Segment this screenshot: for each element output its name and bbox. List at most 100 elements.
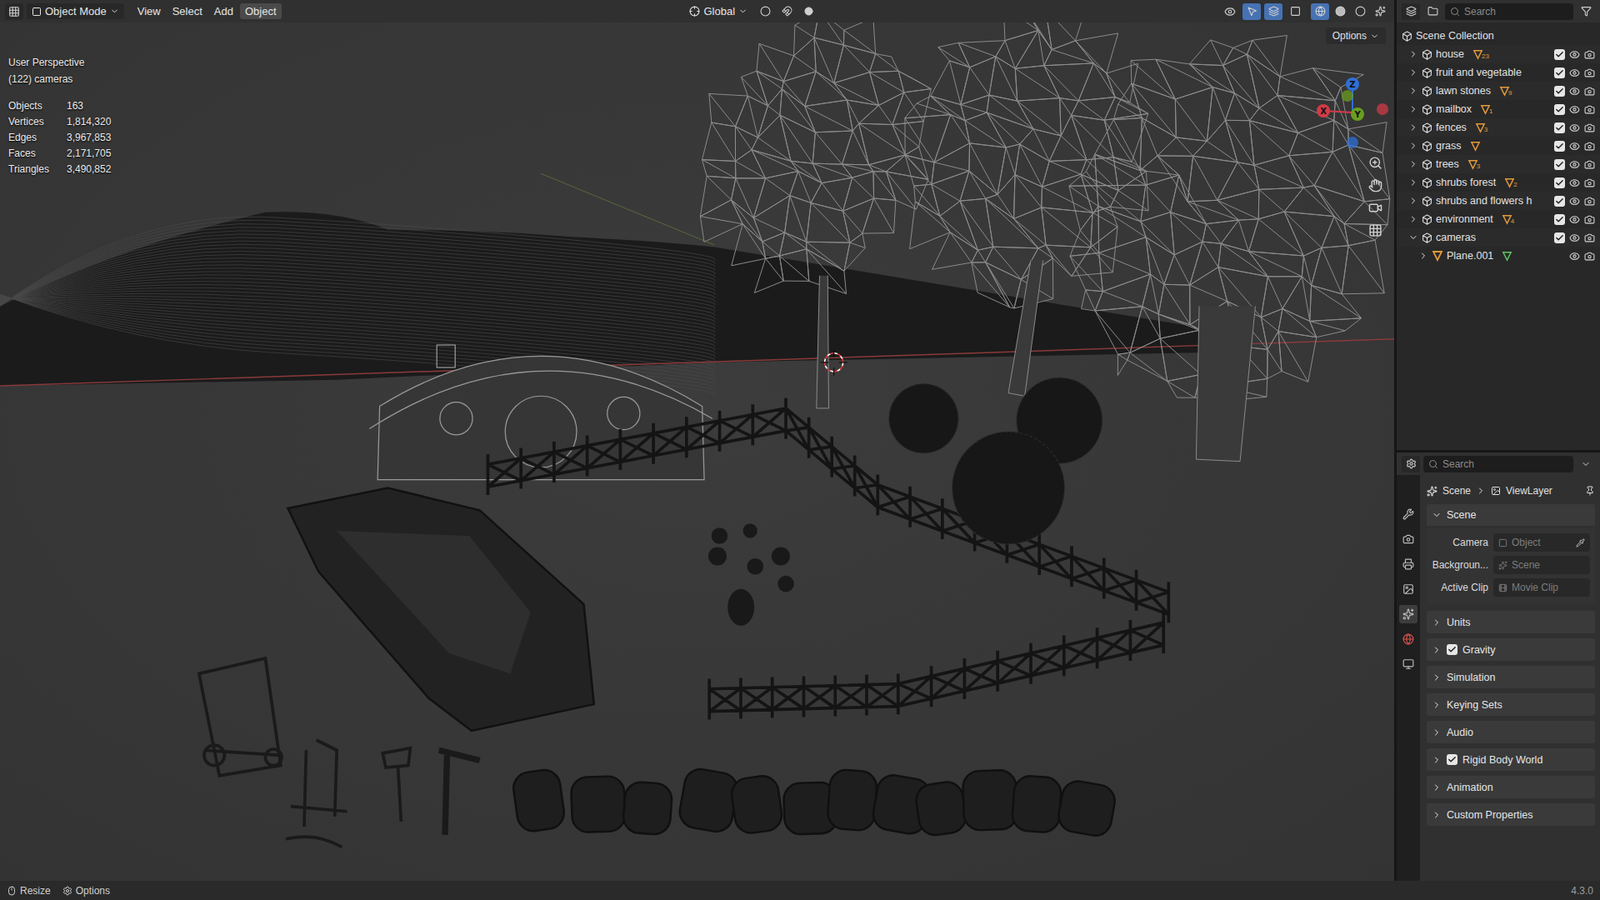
item-name[interactable]: lawn stones (1435, 85, 1491, 97)
expand-icon[interactable] (1408, 195, 1419, 206)
editor-type-button[interactable] (1401, 3, 1420, 20)
property-field[interactable]: Object (1493, 533, 1590, 552)
visibility-eye-icon[interactable] (1569, 159, 1580, 170)
expand-icon[interactable] (1418, 250, 1429, 261)
scene-tab[interactable] (1399, 605, 1418, 624)
render-camera-icon[interactable] (1584, 49, 1595, 60)
item-name[interactable]: cameras (1435, 231, 1476, 244)
visibility-eye-icon[interactable] (1569, 122, 1580, 134)
exclude-checkbox[interactable] (1554, 232, 1565, 244)
subpanel-header[interactable]: Simulation (1426, 665, 1595, 689)
exclude-checkbox[interactable] (1554, 159, 1565, 170)
rendered-shading[interactable] (1370, 3, 1390, 20)
scene-panel-header[interactable]: Scene (1426, 504, 1595, 526)
ortho-grid-icon[interactable] (1368, 223, 1383, 238)
item-name[interactable]: mailbox (1435, 103, 1472, 115)
visibility-eye-icon[interactable] (1569, 250, 1580, 262)
subpanel-header[interactable]: Rigid Body World (1426, 748, 1595, 771)
scene-collection-row[interactable]: Scene Collection (1396, 26, 1600, 45)
gizmo-toggle[interactable] (1242, 3, 1261, 20)
expand-icon[interactable] (1408, 214, 1419, 225)
subpanel-header[interactable]: Custom Properties (1426, 803, 1595, 826)
item-name[interactable]: fences (1435, 121, 1467, 134)
render-camera-icon[interactable] (1584, 195, 1595, 207)
solid-shading[interactable] (1330, 3, 1350, 20)
menu-item[interactable]: Object (240, 3, 282, 20)
subpanel-checkbox[interactable] (1446, 754, 1458, 765)
exclude-checkbox[interactable] (1554, 49, 1565, 60)
exclude-checkbox[interactable] (1554, 214, 1565, 225)
item-name[interactable]: fruit and vegetable (1435, 66, 1522, 79)
visibility-button[interactable] (1220, 3, 1240, 20)
editor-type-button[interactable] (5, 3, 24, 20)
filter-button[interactable] (1576, 3, 1595, 20)
xray-toggle[interactable] (1285, 3, 1305, 20)
output-tab[interactable] (1399, 555, 1418, 574)
subpanel-header[interactable]: Animation (1426, 775, 1595, 799)
pan-hand-icon[interactable] (1368, 178, 1383, 193)
expand-icon[interactable] (1408, 122, 1419, 133)
subpanel-header[interactable]: Audio (1426, 720, 1595, 744)
breadcrumb-item[interactable]: Scene (1442, 485, 1471, 497)
render-camera-icon[interactable] (1584, 214, 1595, 225)
wireframe-shading[interactable] (1310, 3, 1330, 20)
display-mode-button[interactable] (1423, 3, 1442, 20)
expand-icon[interactable] (1408, 104, 1419, 115)
outliner-collection-row[interactable]: mailbox1 (1396, 100, 1600, 119)
navigation-gizmo[interactable]: ZXY (1309, 72, 1385, 152)
item-name[interactable]: shrubs forest (1435, 176, 1496, 189)
outliner-collection-row[interactable]: fences3 (1396, 118, 1600, 137)
subpanel-header[interactable]: Gravity (1426, 638, 1595, 661)
pin-icon[interactable] (1585, 485, 1595, 496)
proportional-button[interactable] (799, 3, 818, 20)
outliner-collection-row[interactable]: cameras (1396, 228, 1600, 247)
eyedropper-icon[interactable] (1575, 538, 1585, 548)
expand-icon[interactable] (1408, 85, 1419, 96)
visibility-eye-icon[interactable] (1569, 104, 1580, 115)
item-name[interactable]: house (1435, 48, 1465, 60)
subpanel-header[interactable]: Keying Sets (1426, 693, 1595, 716)
visibility-eye-icon[interactable] (1569, 177, 1580, 189)
render-camera-icon[interactable] (1584, 177, 1595, 189)
expand-icon[interactable] (1408, 49, 1419, 60)
world-tab[interactable] (1399, 630, 1418, 649)
item-name[interactable]: trees (1435, 158, 1460, 170)
render-camera-icon[interactable] (1584, 159, 1595, 170)
outliner-collection-row[interactable]: grass (1396, 136, 1600, 155)
viewport-scene[interactable] (0, 22, 1395, 881)
exclude-checkbox[interactable] (1554, 67, 1565, 79)
breadcrumb-item[interactable]: ViewLayer (1505, 485, 1553, 497)
exclude-checkbox[interactable] (1554, 122, 1565, 134)
outliner-collection-row[interactable]: environment4 (1396, 210, 1600, 229)
visibility-eye-icon[interactable] (1569, 232, 1580, 244)
item-name[interactable]: shrubs and flowers h (1435, 195, 1532, 207)
expand-icon[interactable] (1408, 177, 1419, 188)
exclude-checkbox[interactable] (1554, 177, 1565, 189)
render-camera-icon[interactable] (1584, 140, 1595, 152)
visibility-eye-icon[interactable] (1569, 49, 1580, 60)
visibility-eye-icon[interactable] (1569, 140, 1580, 152)
visibility-eye-icon[interactable] (1569, 214, 1580, 225)
options-dropdown[interactable] (1576, 455, 1595, 473)
render-camera-icon[interactable] (1584, 122, 1595, 134)
outliner-collection-row[interactable]: lawn stones9 (1396, 81, 1600, 100)
property-field[interactable]: Scene (1493, 555, 1590, 575)
item-name[interactable]: grass (1435, 140, 1462, 152)
item-name[interactable]: Plane.001 (1446, 250, 1494, 262)
expand-icon[interactable] (1408, 67, 1419, 78)
overlay-toggle[interactable] (1264, 3, 1283, 20)
visibility-eye-icon[interactable] (1569, 195, 1580, 207)
subpanel-header[interactable]: Units (1426, 610, 1595, 634)
zoom-icon[interactable] (1368, 155, 1383, 170)
pivot-button[interactable] (755, 3, 775, 20)
exclude-checkbox[interactable] (1554, 85, 1565, 97)
view-layer-tab[interactable] (1399, 580, 1418, 599)
camera-view-icon[interactable] (1368, 200, 1383, 215)
outliner-collection-row[interactable]: shrubs and flowers h (1396, 191, 1600, 210)
outliner-search[interactable]: Search (1445, 3, 1574, 20)
property-field[interactable]: Movie Clip (1493, 578, 1590, 597)
snap-button[interactable] (777, 3, 796, 20)
outliner-collection-row[interactable]: trees3 (1396, 155, 1600, 174)
editor-type-button[interactable] (1401, 455, 1420, 473)
render-camera-icon[interactable] (1584, 232, 1595, 244)
